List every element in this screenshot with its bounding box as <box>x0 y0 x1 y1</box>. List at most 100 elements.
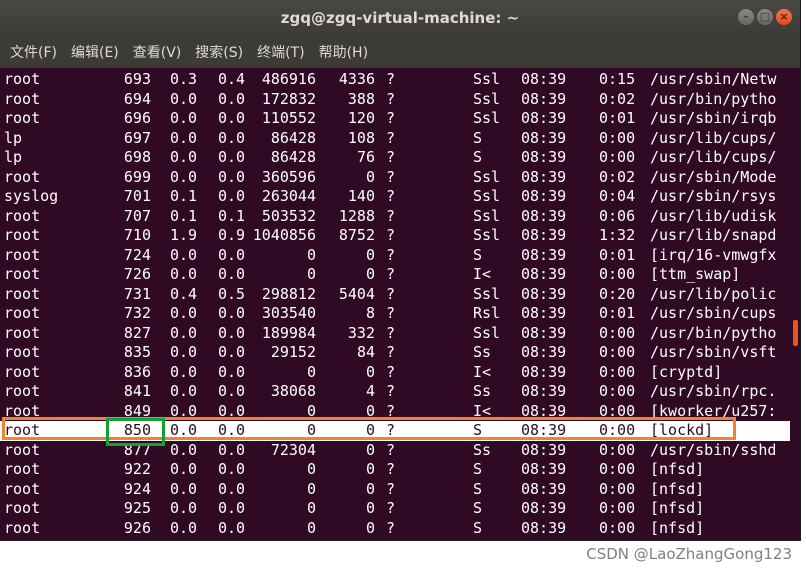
process-rss: 388 <box>347 89 375 108</box>
process-user: root <box>4 323 41 342</box>
process-time: 0:20 <box>599 284 636 303</box>
process-row: root 841 0.0 0.0 38068 4? Ss 08:39 0:00/usr/sbin… <box>0 382 790 402</box>
process-cmd: /usr/lib/snapd <box>650 226 777 244</box>
process-cmd: /usr/sbin/sshd <box>650 440 777 459</box>
process-start: 08:39 <box>521 343 567 361</box>
process-vsz: 0 <box>306 265 316 283</box>
maximize-icon[interactable]: □ <box>757 9 773 25</box>
process-cpu: 0.0 <box>170 167 198 186</box>
terminal-output[interactable]: root 693 0.3 0.4 486916 4336? Ssl 08:39 0:15/usr… <box>0 68 790 540</box>
process-start: 08:39 <box>521 304 567 322</box>
process-stat: S <box>473 148 483 166</box>
process-vsz: 38068 <box>270 382 316 400</box>
process-user: root <box>4 89 41 108</box>
process-stat: S <box>473 460 483 478</box>
process-vsz: 0 <box>306 460 316 478</box>
process-user: root <box>4 109 41 127</box>
process-vsz: 189984 <box>261 323 316 342</box>
process-vsz: 263044 <box>261 187 316 205</box>
menu-file[interactable]: 文件(F) <box>4 42 63 62</box>
process-rss: 0 <box>365 440 375 459</box>
process-rss: 0 <box>365 460 375 478</box>
process-pid: 835 <box>123 343 151 361</box>
process-rss: 0 <box>365 479 375 498</box>
process-pid: 696 <box>123 109 151 127</box>
process-cpu: 0.0 <box>170 518 198 537</box>
menu-edit[interactable]: 编辑(E) <box>65 42 125 62</box>
process-user: root <box>4 479 41 498</box>
process-tty: ? <box>386 499 396 517</box>
process-start: 08:39 <box>521 265 567 283</box>
process-row: lp 697 0.0 0.0 86428 108? S 08:39 0:00/usr/lib/c… <box>0 129 790 149</box>
process-start: 08:39 <box>521 362 567 381</box>
process-time: 0:00 <box>599 362 636 381</box>
process-cpu: 0.1 <box>170 187 198 205</box>
process-row: root 693 0.3 0.4 486916 4336? Ssl 08:39 0:15/usr… <box>0 70 790 90</box>
process-stat: Ssl <box>473 206 501 225</box>
menu-search[interactable]: 搜索(S) <box>189 42 249 62</box>
process-rss: 76 <box>356 148 375 166</box>
process-cmd: /usr/sbin/rsys <box>650 187 777 205</box>
process-tty: ? <box>386 70 396 88</box>
process-cpu: 1.9 <box>170 226 198 244</box>
process-pid: 694 <box>123 89 151 108</box>
process-cpu: 0.3 <box>170 70 198 88</box>
process-vsz: 303540 <box>261 304 316 322</box>
minimize-icon[interactable]: – <box>738 9 754 25</box>
process-vsz: 486916 <box>261 70 316 88</box>
process-cpu: 0.0 <box>170 479 198 498</box>
process-pid: 925 <box>123 499 151 517</box>
process-user: root <box>4 265 41 283</box>
process-rss: 4 <box>365 382 375 400</box>
process-start: 08:39 <box>521 226 567 244</box>
process-tty: ? <box>386 284 396 303</box>
process-vsz: 0 <box>306 479 316 498</box>
process-user: root <box>4 70 41 88</box>
process-pid: 698 <box>123 148 151 166</box>
process-row: root 696 0.0 0.0 110552 120? Ssl 08:39 0:01/usr/… <box>0 109 790 129</box>
menu-help[interactable]: 帮助(H) <box>313 42 374 62</box>
process-user: root <box>4 362 41 381</box>
process-stat: Ssl <box>473 323 501 342</box>
process-pid: 836 <box>123 362 151 381</box>
process-rss: 8752 <box>338 226 375 244</box>
process-row: root 827 0.0 0.0 189984 332? Ssl 08:39 0:00/usr/… <box>0 324 790 344</box>
process-cmd: [irq/16-vmwgfx <box>650 245 777 264</box>
process-row: root 925 0.0 0.0 0 0? S 08:39 0:00 [nfsd] <box>0 499 790 519</box>
process-tty: ? <box>386 323 396 342</box>
process-row: root 726 0.0 0.0 0 0? I< 08:39 0:00 [ttm_swap] <box>0 265 790 285</box>
scrollbar[interactable] <box>792 68 800 540</box>
process-start: 08:39 <box>521 479 567 498</box>
process-row: root 835 0.0 0.0 29152 84? Ss 08:39 0:00/usr/sbi… <box>0 343 790 363</box>
process-pid: 699 <box>123 167 151 186</box>
scrollbar-thumb[interactable] <box>793 320 798 346</box>
process-cmd: /usr/lib/udisk <box>650 206 777 225</box>
process-start: 08:39 <box>521 323 567 342</box>
menu-terminal[interactable]: 终端(T) <box>251 42 310 62</box>
process-cmd: [cryptd] <box>650 362 723 381</box>
process-time: 0:02 <box>599 167 636 186</box>
process-row: root 731 0.4 0.5 298812 5404? Ssl 08:39 0:20/usr… <box>0 285 790 305</box>
process-stat: Ssl <box>473 284 501 303</box>
terminal-window: zgq@zgq-virtual-machine: ~ – □ × 文件(F) 编… <box>0 0 800 540</box>
process-tty: ? <box>386 343 396 361</box>
process-tty: ? <box>386 128 396 147</box>
process-cmd: [ttm_swap] <box>650 265 741 283</box>
process-rss: 0 <box>365 518 375 537</box>
process-pid: 697 <box>123 128 151 147</box>
process-pid: 732 <box>123 304 151 322</box>
process-time: 0:00 <box>599 460 636 478</box>
process-user: root <box>4 440 41 459</box>
close-icon[interactable]: × <box>776 9 792 25</box>
process-stat: Ss <box>473 382 492 400</box>
process-rss: 332 <box>347 323 375 342</box>
process-cpu: 0.4 <box>170 284 198 303</box>
process-tty: ? <box>386 479 396 498</box>
process-cpu: 0.0 <box>170 128 198 147</box>
process-pid: 841 <box>123 382 151 400</box>
title-bar[interactable]: zgq@zgq-virtual-machine: ~ – □ × <box>0 0 800 36</box>
process-vsz: 0 <box>306 499 316 517</box>
process-pid: 726 <box>123 265 151 283</box>
menu-view[interactable]: 查看(V) <box>127 42 188 62</box>
process-time: 0:00 <box>599 518 636 537</box>
